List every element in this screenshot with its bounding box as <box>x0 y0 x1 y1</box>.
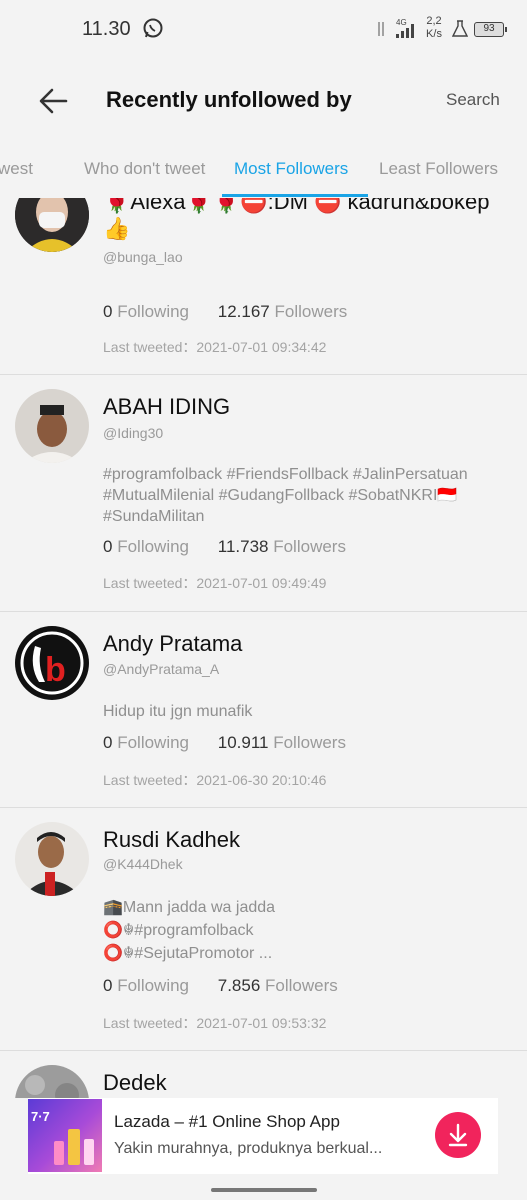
following-count: 0 <box>103 976 113 995</box>
avatar <box>15 198 89 252</box>
followers-label: Followers <box>265 976 338 995</box>
user-bio: 🕋Mann jadda wa jadda ⭕☬#programfolback ⭕… <box>103 899 276 962</box>
user-name: Dedek <box>103 1070 167 1095</box>
user-name: 🌹Alexa🌹🌹⛔:DM ⛔ kadrun&bokep👍 <box>103 198 490 241</box>
network-type: 4G <box>396 18 407 27</box>
following-label: Following <box>117 733 190 752</box>
back-arrow-icon[interactable] <box>36 84 70 118</box>
system-nav-bar <box>0 1175 527 1200</box>
search-button[interactable]: Search <box>446 90 500 110</box>
following-label: Following <box>117 537 190 556</box>
download-button[interactable] <box>435 1112 481 1158</box>
user-name: ABAH IDING <box>103 394 231 419</box>
ad-title: Lazada – #1 Online Shop App <box>114 1112 340 1131</box>
status-time: 11.30 <box>82 18 131 40</box>
tab-who-dont-tweet[interactable]: Who don't tweet <box>84 159 205 179</box>
user-handle: @AndyPratama_A <box>103 661 220 677</box>
followers-label: Followers <box>273 537 346 556</box>
followers-label: Followers <box>274 302 348 321</box>
status-bar: 11.30 4G 2,2 K/s 93 <box>0 0 527 60</box>
user-bio: Hidup itu jgn munafik <box>103 703 253 720</box>
user-bio: #programfolback #FriendsFollback #JalinP… <box>103 466 468 525</box>
ad-thumbnail: 7·7 <box>28 1099 102 1172</box>
last-tweeted: Last tweeted：2021-06-30 20:10:46 <box>103 772 327 788</box>
tab-who-dont-follow-west[interactable]: west <box>0 159 33 179</box>
user-handle: @bunga_lao <box>103 249 183 265</box>
last-tweeted: Last tweeted：2021-07-01 09:34:42 <box>103 339 327 355</box>
ad-banner[interactable]: 7·7 Lazada – #1 Online Shop App Yakin mu… <box>28 1098 498 1174</box>
tab-most-followers[interactable]: Most Followers <box>234 159 348 179</box>
last-tweeted: Last tweeted：2021-07-01 09:53:32 <box>103 1015 327 1031</box>
tab-bar: west Who don't tweet Most Followers Leas… <box>0 140 527 198</box>
last-tweeted: Last tweeted：2021-07-01 09:49:49 <box>103 575 327 591</box>
followers-count: 7.856 <box>217 976 261 995</box>
avatar: b <box>15 626 89 700</box>
user-handle: @Iding30 <box>103 425 164 441</box>
battery-icon: 93 <box>474 22 507 37</box>
list-item[interactable]: b Andy Pratama @AndyPratama_A Hidup itu … <box>0 612 527 808</box>
avatar <box>15 822 89 896</box>
download-icon <box>448 1123 468 1147</box>
whatsapp-icon <box>143 18 163 38</box>
network-speed: 2,2 K/s <box>426 15 442 40</box>
followers-label: Followers <box>273 733 346 752</box>
user-name: Andy Pratama <box>103 631 243 656</box>
following-label: Following <box>117 302 190 321</box>
tab-least-followers[interactable]: Least Followers <box>379 159 498 179</box>
user-name: Rusdi Kadhek <box>103 827 240 852</box>
page-title: Recently unfollowed by <box>106 87 352 112</box>
user-stats: 0 Following 10.911 Followers <box>103 733 346 753</box>
list-item[interactable]: Dedek <box>0 1051 527 1098</box>
following-count: 0 <box>103 733 113 752</box>
followers-count: 12.167 <box>217 302 270 321</box>
app-bar: Recently unfollowed by Search <box>0 60 527 140</box>
ad-subtitle: Yakin murahnya, produknya berkual... <box>114 1140 383 1157</box>
following-count: 0 <box>103 302 113 321</box>
followers-count: 10.911 <box>217 733 269 752</box>
avatar <box>15 1065 89 1098</box>
flask-icon <box>452 20 468 37</box>
user-stats: 0 Following 7.856 Followers <box>103 976 338 996</box>
avatar <box>15 389 89 463</box>
user-stats: 0 Following 11.738 Followers <box>103 537 346 557</box>
active-tab-indicator <box>222 194 368 197</box>
signal-icon: 4G <box>378 18 414 38</box>
following-count: 0 <box>103 537 113 556</box>
home-gesture-handle[interactable] <box>211 1188 317 1192</box>
following-label: Following <box>117 976 190 995</box>
user-list[interactable]: 🌹Alexa🌹🌹⛔:DM ⛔ kadrun&bokep👍 @bunga_lao … <box>0 198 527 1098</box>
svg-text:b: b <box>45 651 66 689</box>
list-item[interactable]: Rusdi Kadhek @K444Dhek 🕋Mann jadda wa ja… <box>0 808 527 1051</box>
followers-count: 11.738 <box>217 537 269 556</box>
list-item[interactable]: 🌹Alexa🌹🌹⛔:DM ⛔ kadrun&bokep👍 @bunga_lao … <box>0 198 527 375</box>
user-stats: 0 Following 12.167 Followers <box>103 302 347 322</box>
list-item[interactable]: ABAH IDING @Iding30 #programfolback #Fri… <box>0 375 527 612</box>
user-handle: @K444Dhek <box>103 856 183 872</box>
